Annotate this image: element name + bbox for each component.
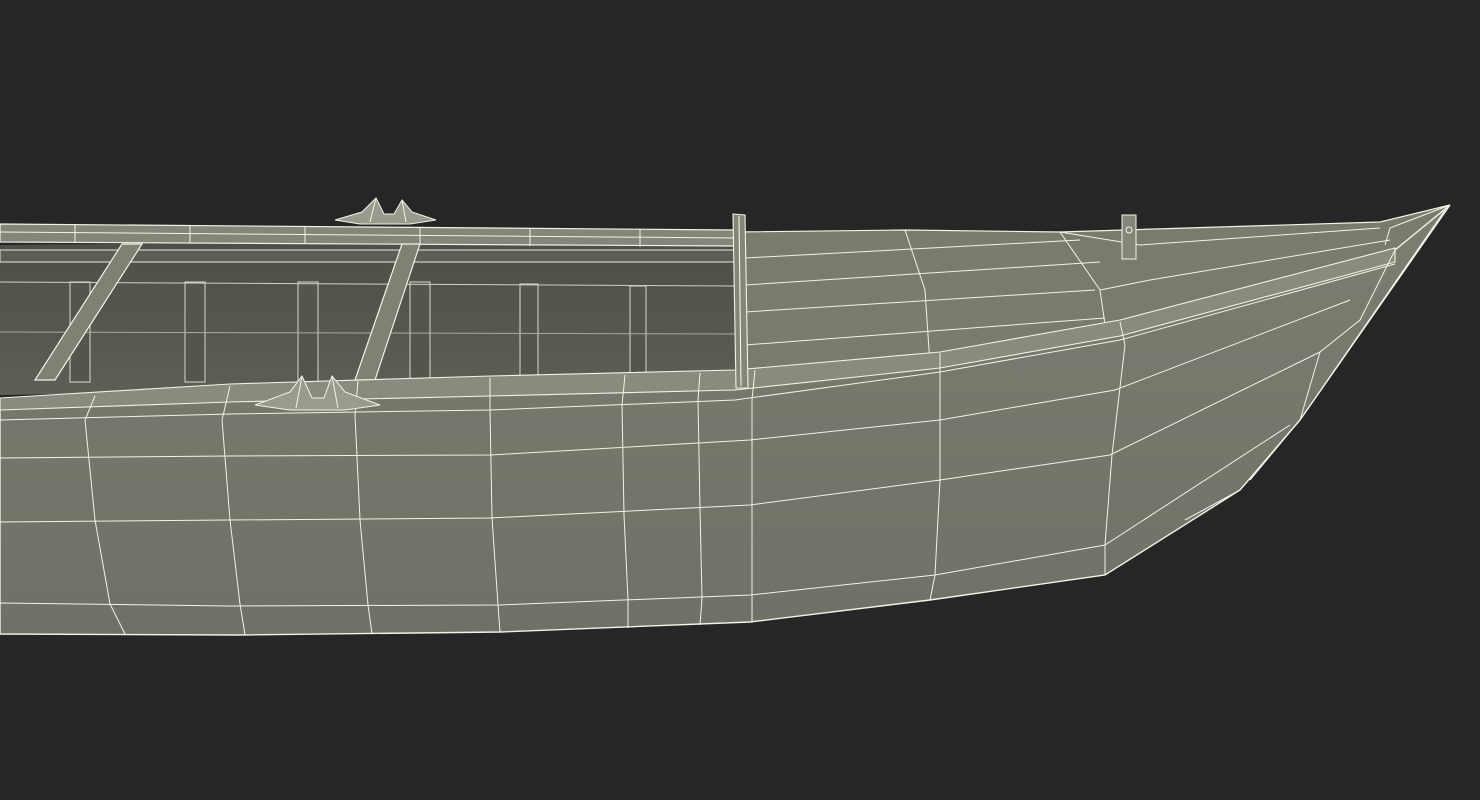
- mast-post: [732, 213, 749, 389]
- render-viewport: [0, 0, 1480, 800]
- far-gunwale: [0, 223, 736, 247]
- oarlock-far: [334, 197, 437, 225]
- boat-model: [0, 197, 1451, 636]
- bow-cleat: [1121, 214, 1137, 260]
